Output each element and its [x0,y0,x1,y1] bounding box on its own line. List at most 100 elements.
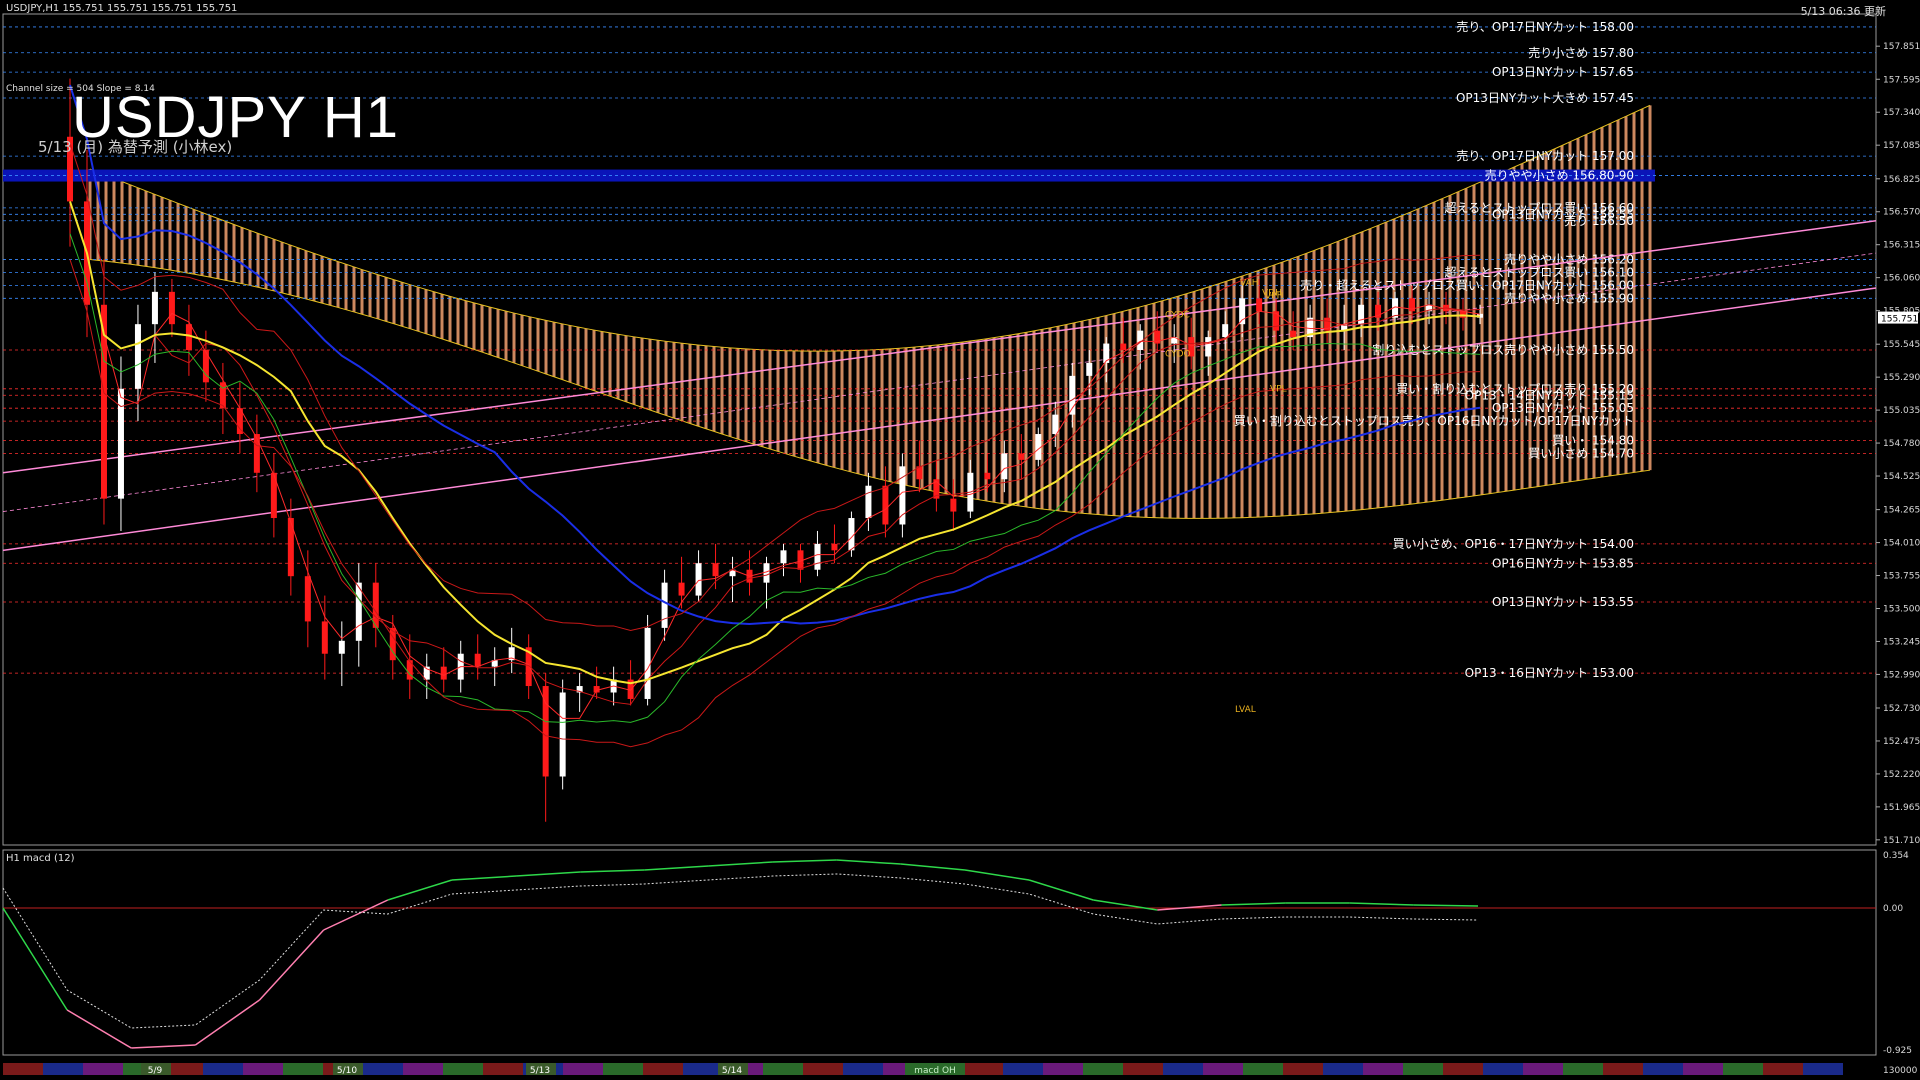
price-tick-label: 157.340 [1883,108,1920,118]
level-label: 売り、OP17日NYカット 158.00 [1456,19,1634,34]
candle-body [338,640,345,654]
level-label: 割り込むとストップロス売りやや小さめ 155.50 [1372,342,1634,357]
level-label: 買い・ 154.80 [1552,433,1634,447]
level-label: 売り・超えるとストップロス買い、OP17日NYカット 156.00 [1300,277,1634,292]
date-bar-segment [443,1063,483,1075]
date-bar-segment [3,1063,43,1075]
price-chart[interactable]: 157.851 157.595 157.340 157.085 156.825 156.5… [0,0,1920,1080]
level-label: 売り 156.50 [1564,213,1634,228]
level-label: OP13日NYカット 153.55 [1492,595,1634,609]
level-label: OP13日NYカット 155.05 [1492,401,1634,415]
date-label: 5/9 [148,1066,163,1076]
candle-body [559,692,566,777]
candle-body [1052,414,1059,435]
date-bar-segment [83,1063,123,1075]
date-bar-segment [283,1063,323,1075]
date-bar-segment [1603,1063,1643,1075]
date-bar-segment [1323,1063,1363,1075]
candle-body [151,291,158,325]
date-bar-segment [1683,1063,1723,1075]
level-label: OP16日NYカット 153.85 [1492,556,1634,570]
candle-body [1120,343,1127,351]
bottom-right-label: 130000 [1883,1066,1918,1076]
date-label: 5/14 [722,1066,742,1076]
price-tick-label: 153.755 [1883,572,1920,582]
level-label: 売り小さめ 157.80 [1528,45,1634,60]
date-bar-segment [243,1063,283,1075]
date-bar-segment [1043,1063,1083,1075]
price-tick-label: 157.595 [1883,75,1920,85]
price-tick-label: 156.570 [1883,208,1920,218]
candle-body [712,563,719,577]
price-tick-label: 154.010 [1883,539,1920,549]
date-bar-segment [963,1063,1003,1075]
date-bar-segment [843,1063,883,1075]
candle-body [440,666,447,680]
date-bar-segment [603,1063,643,1075]
level-label: OP13日NYカット 157.65 [1492,65,1634,79]
candle-body [882,485,889,525]
candle-body [1001,453,1008,480]
price-tick-label: 156.315 [1883,241,1920,251]
macd-tick-label: 0.354 [1883,851,1909,861]
date-bar-segment [1483,1063,1523,1075]
level-label: 売り、OP17日NYカット 157.00 [1456,148,1634,163]
price-tick-label: 154.525 [1883,472,1920,482]
candle-body [695,563,702,596]
marker-label: VPL [1270,384,1287,394]
price-tick-label: 153.245 [1883,637,1920,647]
chart-subtitle: 5/13 (月) 為替予測 (小林ex) [38,138,233,156]
price-tick-label: 154.780 [1883,439,1920,449]
price-tick-label: 151.710 [1883,836,1920,846]
candle-body [644,627,651,699]
marker-label: VAH [1240,278,1259,288]
candle-body [406,660,413,680]
candle-body [831,543,838,551]
price-tick-label: 152.990 [1883,670,1920,680]
candle-body [814,543,821,570]
candle-body [355,582,362,641]
update-time: 5/13 06:36 更新 [1800,5,1886,18]
date-bar-segment [1083,1063,1123,1075]
date-bar-segment [763,1063,803,1075]
candle-body [1086,362,1093,376]
candle-body [865,485,872,519]
date-bar-segment [1563,1063,1603,1075]
candle-body [1358,304,1365,325]
candle-body [1290,330,1297,338]
price-tick-label: 152.220 [1883,770,1920,780]
macd-line [1413,904,1479,907]
candle-body [372,582,379,628]
date-bar-segment [1243,1063,1283,1075]
candle-body [593,686,600,693]
date-bar-segment [803,1063,843,1075]
candle-body [1273,311,1280,331]
symbol-info: USDJPY,H1 155.751 155.751 155.751 155.75… [6,3,238,14]
date-bar-segment [1643,1063,1683,1075]
date-bar-segment [363,1063,403,1075]
price-tick-label: 154.265 [1883,506,1920,516]
date-bar-segment [1203,1063,1243,1075]
candle-body [661,582,668,628]
candle-body [984,472,991,480]
date-bar-segment [563,1063,603,1075]
candle-body [780,550,787,564]
price-tick-label: 156.825 [1883,175,1920,185]
date-bar-segment [683,1063,723,1075]
date-bar-segment [403,1063,443,1075]
date-label: 5/13 [530,1066,550,1076]
date-bar-segment [203,1063,243,1075]
level-label: 買い小さめ 154.70 [1528,446,1634,460]
date-bar-segment [1163,1063,1203,1075]
price-tick-label: 157.851 [1883,42,1920,52]
candle-body [1205,337,1212,357]
date-bar-segment [43,1063,83,1075]
date-bar-segment [1523,1063,1563,1075]
current-price-label: 155.751 [1881,315,1918,325]
candle-body [1222,324,1229,338]
price-tick-label: 157.085 [1883,141,1920,151]
candle-body [304,576,311,622]
candle-body [168,291,175,325]
date-bar-segment [1363,1063,1403,1075]
marker-label: VDH [1262,289,1282,299]
